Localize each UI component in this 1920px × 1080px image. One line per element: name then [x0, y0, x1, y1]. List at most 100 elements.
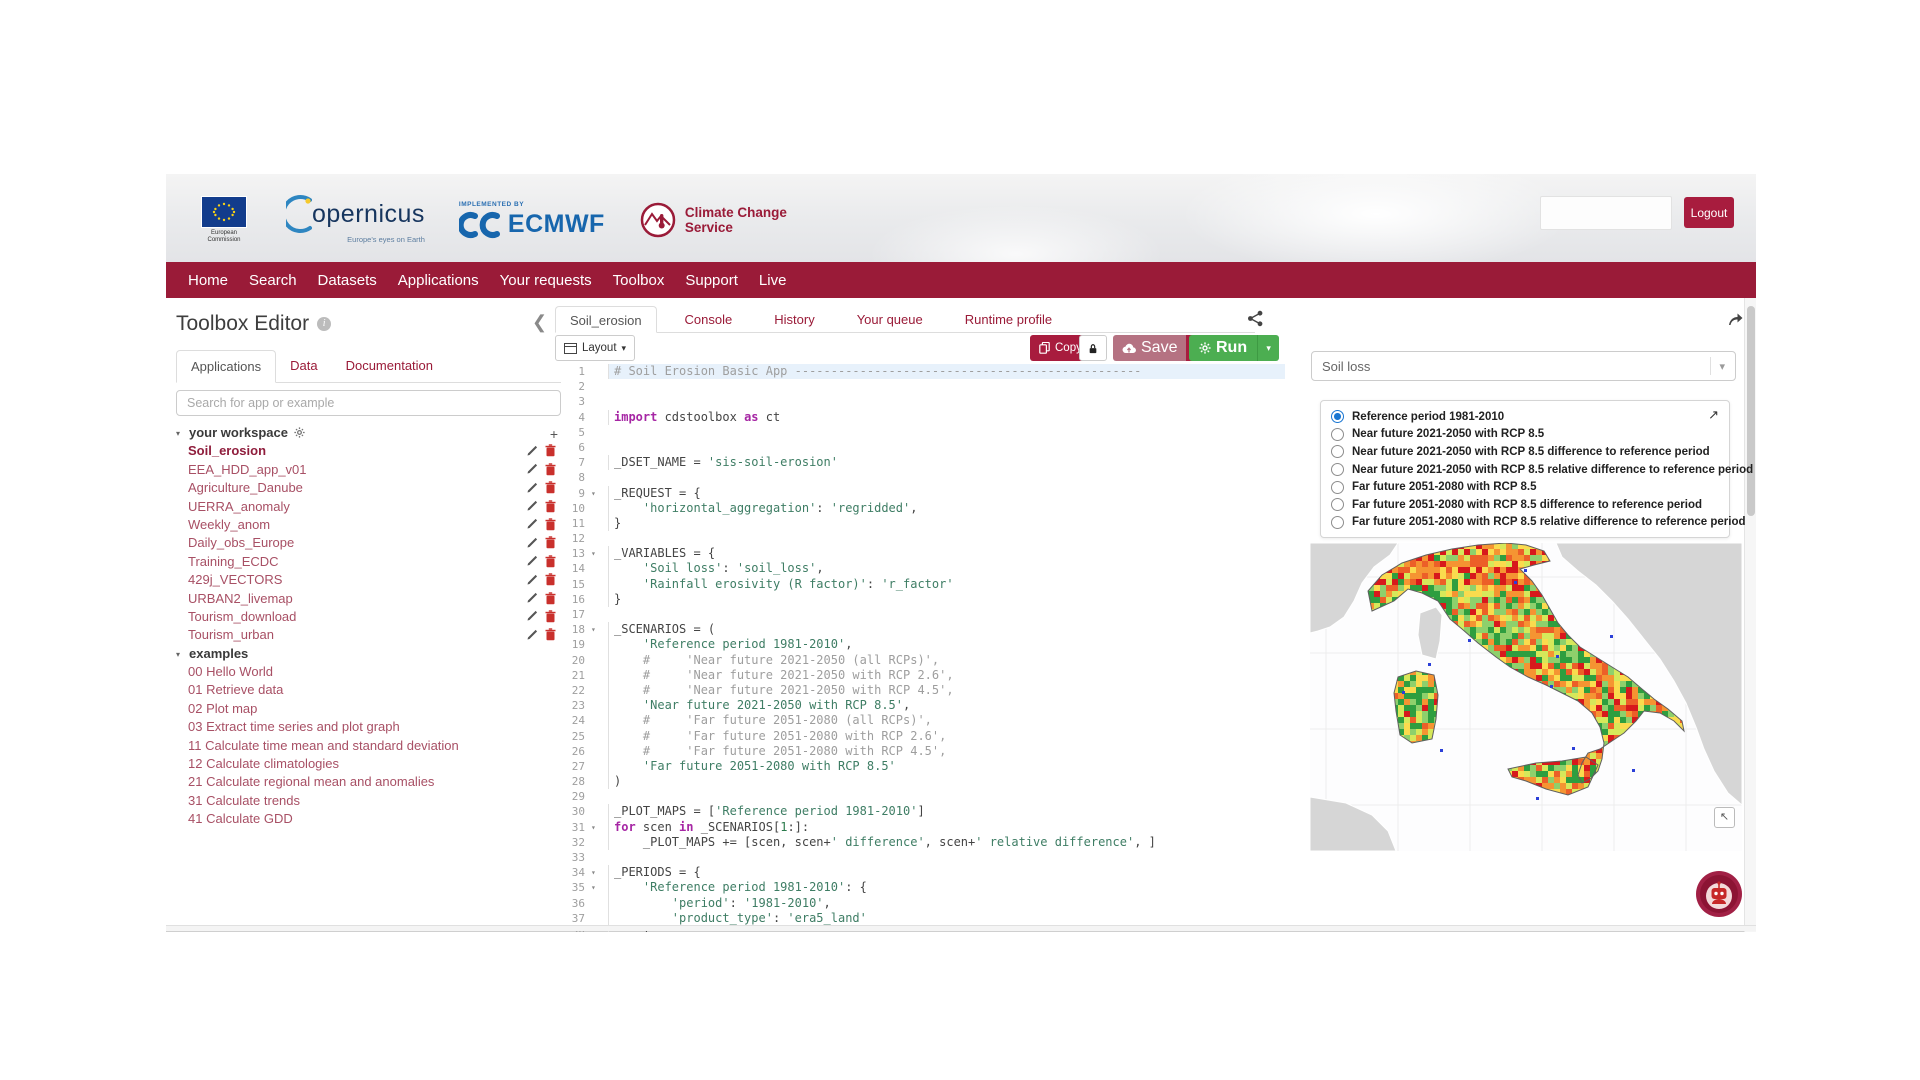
editor-tab-console[interactable]: Console	[671, 306, 747, 332]
code-line-26[interactable]: 26 # 'Far future 2051-2080 with RCP 4.5'…	[555, 744, 1285, 759]
code-line-5[interactable]: 5	[555, 425, 1285, 440]
info-icon[interactable]: i	[317, 317, 331, 331]
code-line-14[interactable]: 14 'Soil loss': 'soil_loss',	[555, 561, 1285, 576]
editor-tab-runtime-profile[interactable]: Runtime profile	[951, 306, 1066, 332]
fold-arrow-icon[interactable]: ▾	[591, 865, 596, 880]
edit-pencil-icon[interactable]	[526, 574, 538, 586]
code-line-24[interactable]: 24 # 'Far future 2051-2080 (all RCPs)',	[555, 713, 1285, 728]
code-line-15[interactable]: 15 'Rainfall erosivity (R factor)': 'r_f…	[555, 577, 1285, 592]
workspace-item-training-ecdc[interactable]: Training_ECDC	[176, 554, 279, 569]
layout-button[interactable]: Layout▾	[555, 335, 635, 361]
scrollbar-thumb[interactable]	[1747, 306, 1755, 516]
code-line-27[interactable]: 27 'Far future 2051-2080 with RCP 8.5'	[555, 759, 1285, 774]
logout-button[interactable]: Logout	[1684, 197, 1734, 228]
example-item-41-calculate-gdd[interactable]: 41 Calculate GDD	[176, 811, 293, 826]
export-arrow-icon[interactable]	[1727, 312, 1744, 332]
variable-select[interactable]: Soil loss ▾	[1311, 351, 1736, 381]
lock-button[interactable]	[1079, 335, 1107, 361]
edit-pencil-icon[interactable]	[526, 592, 538, 604]
search-input[interactable]	[176, 390, 561, 416]
plot-option-far-future-2051-2080-with-rcp-8-5[interactable]: Far future 2051-2080 with RCP 8.5	[1331, 478, 1719, 496]
plot-option-near-future-2021-2050-with-rcp-8-5-relative-difference-to-reference-period[interactable]: Near future 2021-2050 with RCP 8.5 relat…	[1331, 461, 1719, 479]
code-line-32[interactable]: 32 _PLOT_MAPS += [scen, scen+' differenc…	[555, 835, 1285, 850]
code-line-7[interactable]: 7_DSET_NAME = 'sis-soil-erosion'	[555, 455, 1285, 470]
example-item-02-plot-map[interactable]: 02 Plot map	[176, 701, 257, 716]
editor-tab-soil-erosion[interactable]: Soil_erosion	[555, 306, 657, 333]
radio-icon[interactable]	[1331, 516, 1344, 529]
workspace-item-tourism-urban[interactable]: Tourism_urban	[176, 627, 274, 642]
code-line-6[interactable]: 6	[555, 440, 1285, 455]
plot-option-reference-period-1981-2010[interactable]: Reference period 1981-2010	[1331, 408, 1719, 426]
fold-arrow-icon[interactable]: ▾	[591, 820, 596, 835]
workspace-item-uerra-anomaly[interactable]: UERRA_anomaly	[176, 499, 290, 514]
code-line-20[interactable]: 20 # 'Near future 2021-2050 (all RCPs)',	[555, 653, 1285, 668]
save-button[interactable]: Save	[1113, 335, 1186, 361]
plot-option-near-future-2021-2050-with-rcp-8-5[interactable]: Near future 2021-2050 with RCP 8.5	[1331, 426, 1719, 444]
code-line-36[interactable]: 36 'period': '1981-2010',	[555, 896, 1285, 911]
fold-arrow-icon[interactable]: ▾	[591, 546, 596, 561]
vertical-scrollbar[interactable]	[1744, 298, 1756, 932]
code-line-17[interactable]: 17	[555, 607, 1285, 622]
open-plot-arrow-icon[interactable]: ↗	[1708, 407, 1719, 423]
code-line-19[interactable]: 19 'Reference period 1981-2010',	[555, 637, 1285, 652]
example-item-03-extract-time-series-and-plot-graph[interactable]: 03 Extract time series and plot graph	[176, 719, 400, 734]
example-item-12-calculate-climatologies[interactable]: 12 Calculate climatologies	[176, 756, 339, 771]
code-line-16[interactable]: 16}	[555, 592, 1285, 607]
workspace-item-daily-obs-europe[interactable]: Daily_obs_Europe	[176, 535, 294, 550]
plot-option-near-future-2021-2050-with-rcp-8-5-difference-to-reference-period[interactable]: Near future 2021-2050 with RCP 8.5 diffe…	[1331, 443, 1719, 461]
radio-icon[interactable]	[1331, 498, 1344, 511]
code-line-29[interactable]: 29	[555, 789, 1285, 804]
code-line-10[interactable]: 10 'horizontal_aggregation': 'regridded'…	[555, 501, 1285, 516]
code-line-25[interactable]: 25 # 'Far future 2051-2080 with RCP 2.6'…	[555, 729, 1285, 744]
example-item-01-retrieve-data[interactable]: 01 Retrieve data	[176, 682, 283, 697]
plot-option-far-future-2051-2080-with-rcp-8-5-relative-difference-to-reference-period[interactable]: Far future 2051-2080 with RCP 8.5 relati…	[1331, 514, 1719, 532]
radio-icon[interactable]	[1331, 481, 1344, 494]
code-line-37[interactable]: 37 'product_type': 'era5_land'	[555, 911, 1285, 926]
tab-documentation[interactable]: Documentation	[332, 350, 447, 382]
workspace-item-eea-hdd-app-v01[interactable]: EEA_HDD_app_v01	[176, 462, 307, 477]
code-line-9[interactable]: 9▾_REQUEST = {	[555, 486, 1285, 501]
plot-option-far-future-2051-2080-with-rcp-8-5-difference-to-reference-period[interactable]: Far future 2051-2080 with RCP 8.5 differ…	[1331, 496, 1719, 514]
edit-pencil-icon[interactable]	[526, 445, 538, 457]
run-dropdown-caret[interactable]: ▾	[1257, 335, 1279, 361]
nav-item-live[interactable]: Live	[759, 272, 787, 289]
code-line-18[interactable]: 18▾_SCENARIOS = (	[555, 622, 1285, 637]
edit-pencil-icon[interactable]	[526, 629, 538, 641]
nav-item-toolbox[interactable]: Toolbox	[613, 272, 665, 289]
editor-tab-history[interactable]: History	[760, 306, 828, 332]
workspace-item-agriculture-danube[interactable]: Agriculture_Danube	[176, 480, 303, 495]
code-line-23[interactable]: 23 'Near future 2021-2050 with RCP 8.5',	[555, 698, 1285, 713]
code-line-35[interactable]: 35▾ 'Reference period 1981-2010': {	[555, 880, 1285, 895]
code-line-4[interactable]: 4import cdstoolbox as ct	[555, 410, 1285, 425]
code-line-1[interactable]: 1# Soil Erosion Basic App --------------…	[555, 364, 1285, 379]
workspace-item-weekly-anom[interactable]: Weekly_anom	[176, 517, 270, 532]
example-item-11-calculate-time-mean-and-standard-deviation[interactable]: 11 Calculate time mean and standard devi…	[176, 738, 459, 753]
workspace-item-429j-vectors[interactable]: 429j_VECTORS	[176, 572, 282, 587]
workspace-item-tourism-download[interactable]: Tourism_download	[176, 609, 296, 624]
map-reset-button[interactable]: ↖	[1714, 807, 1735, 828]
code-line-13[interactable]: 13▾_VARIABLES = {	[555, 546, 1285, 561]
code-line-21[interactable]: 21 # 'Near future 2021-2050 with RCP 2.6…	[555, 668, 1285, 683]
code-line-11[interactable]: 11}	[555, 516, 1285, 531]
radio-icon[interactable]	[1331, 428, 1344, 441]
editor-tab-your-queue[interactable]: Your queue	[843, 306, 937, 332]
nav-item-support[interactable]: Support	[685, 272, 738, 289]
code-editor[interactable]: 1# Soil Erosion Basic App --------------…	[555, 364, 1285, 932]
edit-pencil-icon[interactable]	[526, 482, 538, 494]
workspace-item-urban2-livemap[interactable]: URBAN2_livemap	[176, 591, 293, 606]
code-line-2[interactable]: 2	[555, 379, 1285, 394]
edit-pencil-icon[interactable]	[526, 610, 538, 622]
nav-item-applications[interactable]: Applications	[398, 272, 479, 289]
share-icon[interactable]	[1247, 310, 1264, 332]
example-item-31-calculate-trends[interactable]: 31 Calculate trends	[176, 793, 300, 808]
radio-icon[interactable]	[1331, 445, 1344, 458]
code-line-33[interactable]: 33	[555, 850, 1285, 865]
code-line-3[interactable]: 3	[555, 394, 1285, 409]
gear-icon[interactable]	[294, 427, 305, 438]
tab-applications[interactable]: Applications	[176, 350, 276, 383]
tree-caret-icon[interactable]: ▾	[176, 429, 180, 438]
radio-icon[interactable]	[1331, 463, 1344, 476]
soil-loss-map[interactable]	[1310, 543, 1742, 851]
code-line-31[interactable]: 31▾for scen in _SCENARIOS[1:]:	[555, 820, 1285, 835]
edit-pencil-icon[interactable]	[526, 555, 538, 567]
